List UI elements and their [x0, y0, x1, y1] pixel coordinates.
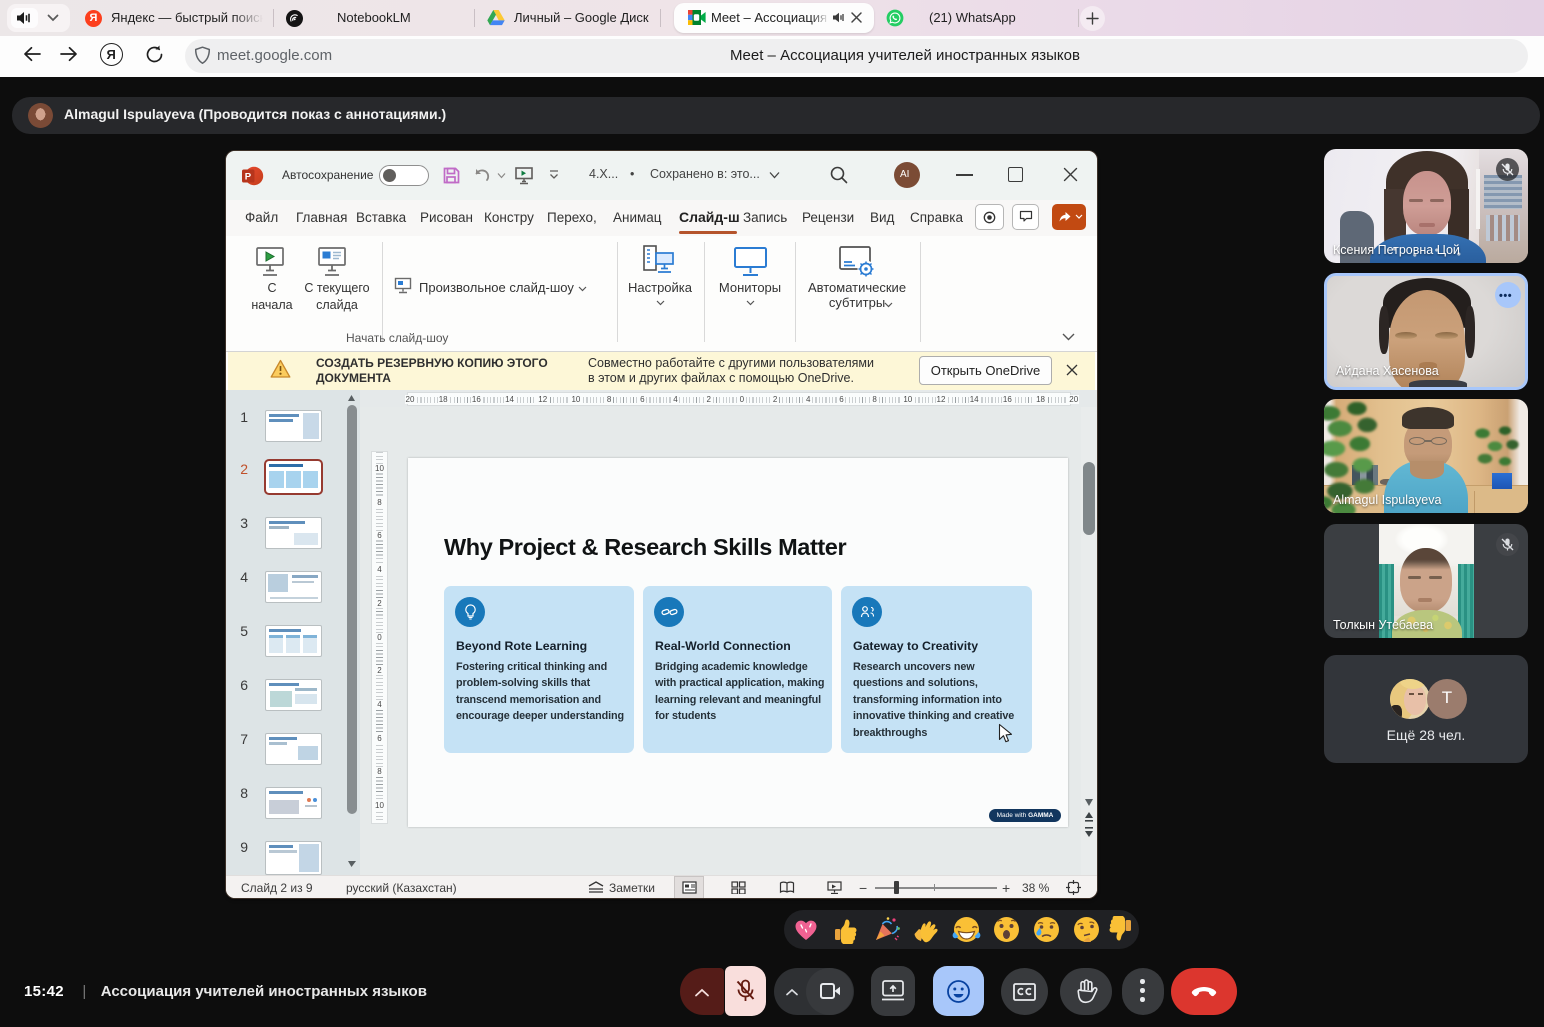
svg-text:P: P — [245, 172, 252, 183]
